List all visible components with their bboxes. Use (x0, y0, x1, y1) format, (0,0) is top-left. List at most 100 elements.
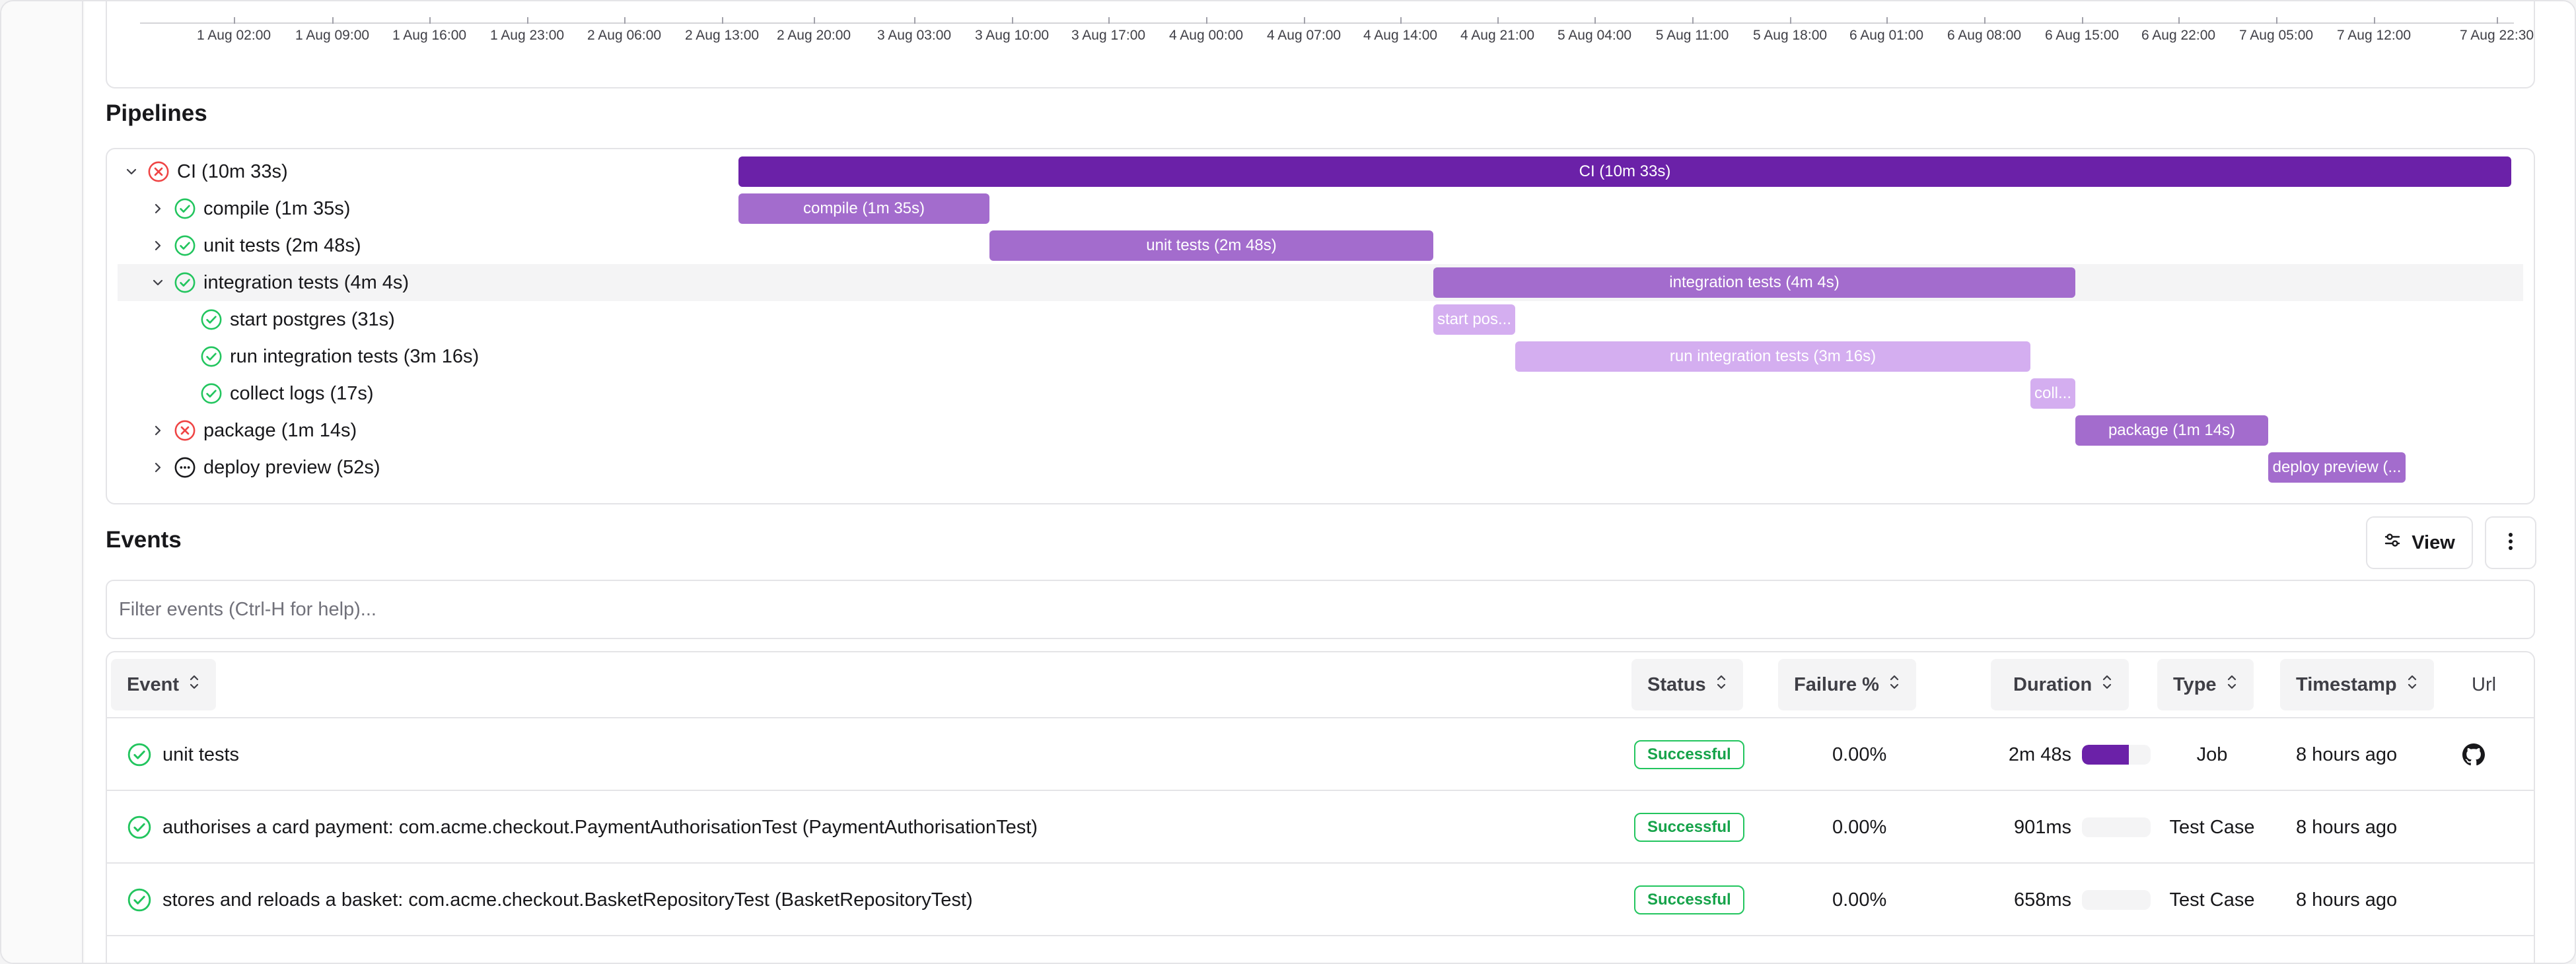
timeline-tick (1206, 17, 1207, 24)
duration-group: 2m 48s (1992, 744, 2151, 766)
check-circle-icon (199, 382, 223, 405)
duration-value: 658ms (2013, 889, 2071, 911)
gantt-bar[interactable]: package (1m 14s) (2075, 415, 2268, 446)
timeline-tick (429, 17, 431, 24)
app-window: 1 Aug 02:00 1 Aug 09:00 1 Aug 16:00 1 Aug 2… (0, 0, 2576, 964)
timeline-tick (1497, 17, 1499, 24)
timeline-tick-label: 1 Aug 02:00 (196, 28, 271, 43)
timeline-tick-label: 4 Aug 21:00 (1460, 28, 1535, 43)
pipeline-row-label-group: integration tests (4m 4s) (149, 264, 409, 301)
status-cell: Successful (1634, 791, 1744, 864)
chevron-down-icon[interactable] (123, 163, 140, 180)
pipeline-row-label: collect logs (17s) (230, 382, 374, 404)
gantt-bar-label: package (1m 14s) (2108, 421, 2236, 439)
pipeline-row[interactable]: CI (10m 33s) CI (10m 33s) (118, 153, 2523, 190)
column-header-duration[interactable]: Duration (1991, 659, 2129, 710)
pipeline-row[interactable]: package (1m 14s) package (1m 14s) (118, 412, 2523, 449)
gantt-bar[interactable]: coll... (2030, 378, 2075, 409)
timeline-tick-label: 3 Aug 03:00 (877, 28, 952, 43)
type-cell: Test Case (2157, 791, 2267, 864)
sort-icon (2406, 673, 2418, 696)
gantt-bar[interactable]: integration tests (4m 4s) (1433, 267, 2075, 298)
url-cell[interactable] (2462, 718, 2485, 791)
check-circle-icon (127, 887, 152, 912)
github-icon[interactable] (2462, 743, 2485, 766)
gantt-bar-label: unit tests (2m 48s) (1146, 236, 1277, 254)
pipeline-row-label-group: run integration tests (3m 16s) (176, 338, 479, 375)
pipeline-row-label-group: compile (1m 35s) (149, 190, 350, 227)
timeline-axis-line (140, 22, 2514, 24)
timeline-tick-label: 4 Aug 14:00 (1363, 28, 1438, 43)
gantt-bar[interactable]: CI (10m 33s) (738, 156, 2511, 187)
gantt-bar-label: run integration tests (3m 16s) (1669, 347, 1877, 365)
check-circle-icon (173, 234, 197, 258)
column-header-timestamp[interactable]: Timestamp (2280, 659, 2434, 710)
check-circle-icon (173, 271, 197, 294)
timeline-tick (624, 17, 626, 24)
chevron-right-icon[interactable] (149, 237, 166, 254)
event-name: stores and reloads a basket: com.acme.ch… (162, 889, 973, 911)
pipeline-row[interactable]: run integration tests (3m 16s) run integr… (118, 338, 2523, 375)
table-row[interactable]: stores and reloads a basket: com.acme.ch… (107, 864, 2534, 936)
pipeline-row-label: compile (1m 35s) (203, 197, 351, 219)
timeline-tick-label: 5 Aug 18:00 (1752, 28, 1828, 43)
duration-value: 901ms (2013, 816, 2071, 838)
chevron-right-icon[interactable] (149, 422, 166, 439)
column-header-url: Url (2460, 659, 2508, 710)
duration-cell: 901ms (1992, 791, 2151, 864)
gantt-bar[interactable]: start pos... (1433, 304, 1515, 335)
column-header-failure[interactable]: Failure % (1778, 659, 1916, 710)
type-cell: Job (2157, 718, 2267, 791)
event-cell: stores and reloads a basket: com.acme.ch… (127, 864, 973, 936)
more-options-button[interactable] (2485, 516, 2536, 569)
pipeline-row[interactable]: integration tests (4m 4s) integration tes… (118, 264, 2523, 301)
gantt-bar[interactable]: unit tests (2m 48s) (989, 230, 1433, 261)
timeline-tick-label: 3 Aug 17:00 (1071, 28, 1146, 43)
table-row[interactable]: unit tests Successful 0.00% 2m 48s Job 8 hour… (107, 718, 2534, 791)
filter-events-input[interactable] (106, 580, 2535, 639)
view-button-label: View (2412, 532, 2455, 553)
chevron-down-icon[interactable] (149, 274, 166, 291)
duration-bar-fill (2082, 745, 2129, 765)
gantt-bar[interactable]: deploy preview (... (2268, 452, 2406, 483)
column-header-event[interactable]: Event (111, 659, 216, 710)
pipeline-row[interactable]: compile (1m 35s) compile (1m 35s) (118, 190, 2523, 227)
chevron-right-icon[interactable] (149, 459, 166, 476)
timestamp-cell: 8 hours ago (2296, 864, 2397, 936)
timeline-tick (1594, 17, 1596, 24)
event-name-group: authorises a card payment: com.acme.chec… (127, 815, 1038, 840)
column-header-status[interactable]: Status (1631, 659, 1743, 710)
column-header-label: Type (2173, 673, 2217, 695)
timeline-tick-label: 7 Aug 05:00 (2238, 28, 2314, 43)
failure-cell: 0.00% (1832, 718, 1886, 791)
x-circle-icon (147, 160, 170, 184)
x-circle-icon (173, 419, 197, 442)
timeline-tick (814, 17, 815, 24)
pipeline-row[interactable]: unit tests (2m 48s) unit tests (2m 48s) (118, 227, 2523, 264)
timeline-tick (2082, 17, 2083, 24)
pipeline-row[interactable]: collect logs (17s) coll... (118, 375, 2523, 412)
status-cell: Successful (1634, 864, 1744, 936)
timeline-tick-label: 6 Aug 01:00 (1849, 28, 1924, 43)
event-type: Test Case (2169, 889, 2255, 911)
timeline-tick-label: 1 Aug 16:00 (392, 28, 467, 43)
pipelines-heading: Pipelines (106, 100, 207, 126)
pipeline-row[interactable]: start postgres (31s) start pos... (118, 301, 2523, 338)
table-row[interactable]: authorises a card payment: com.acme.chec… (107, 791, 2534, 864)
pipeline-row[interactable]: deploy preview (52s) deploy preview (... (118, 449, 2523, 486)
column-header-type[interactable]: Type (2157, 659, 2254, 710)
column-header-label: Event (127, 673, 179, 695)
chevron-right-icon[interactable] (149, 200, 166, 217)
view-options-button[interactable]: View (2366, 516, 2473, 569)
event-type: Test Case (2169, 816, 2255, 838)
timeline-tick (1886, 17, 1888, 24)
column-header-label: Status (1647, 673, 1706, 695)
duration-bar (2082, 890, 2151, 910)
pipeline-row-label: unit tests (2m 48s) (203, 234, 361, 256)
gantt-bar[interactable]: run integration tests (3m 16s) (1515, 341, 2030, 372)
check-circle-icon (127, 815, 152, 840)
gantt-bar[interactable]: compile (1m 35s) (738, 193, 989, 224)
sort-icon (188, 673, 200, 696)
